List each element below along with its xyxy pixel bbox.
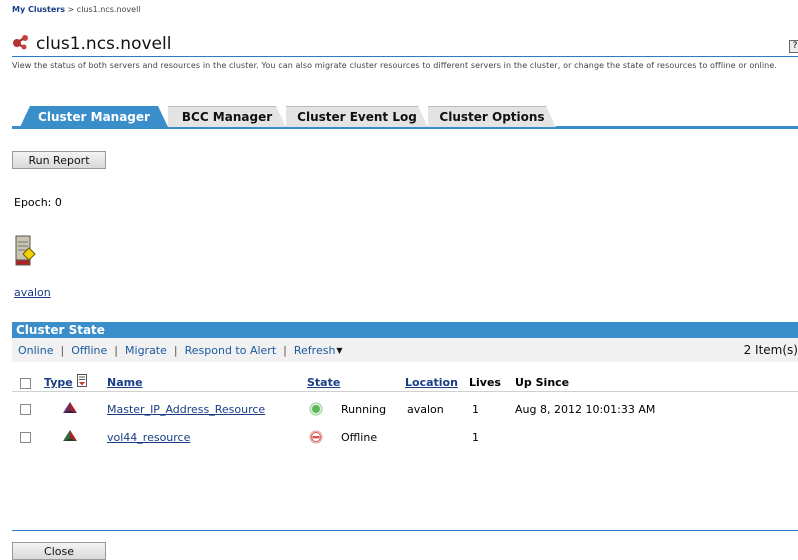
up-since-column-header: Up Since	[515, 376, 570, 389]
footer-divider	[12, 530, 798, 531]
cluster-state-title: Cluster State	[12, 322, 798, 338]
resource-type-icon	[62, 429, 78, 446]
online-action[interactable]: Online	[18, 344, 53, 357]
item-count: 2 Item(s)	[743, 343, 798, 357]
resource-lives: 1	[472, 403, 479, 416]
breadcrumb: My Clusters > clus1.ncs.novell	[12, 5, 141, 14]
running-status-icon	[309, 402, 323, 419]
migrate-action[interactable]: Migrate	[125, 344, 167, 357]
cluster-icon	[12, 34, 30, 54]
breadcrumb-my-clusters-link[interactable]: My Clusters	[12, 5, 65, 14]
close-button[interactable]: Close	[12, 542, 106, 560]
breadcrumb-separator: >	[65, 5, 77, 14]
server-icon[interactable]	[14, 234, 38, 272]
tab-cluster-event-log[interactable]: Cluster Event Log	[286, 106, 428, 127]
location-column-header[interactable]: Location	[405, 376, 458, 389]
action-separator: |	[114, 343, 119, 357]
lives-column-header: Lives	[469, 376, 501, 389]
row-checkbox[interactable]	[20, 432, 31, 443]
type-column-header[interactable]: Type	[44, 376, 73, 389]
table-header: Type Name State Location Lives Up Since	[12, 374, 798, 392]
header-divider	[12, 56, 798, 57]
page-title: clus1.ncs.novell	[36, 34, 172, 54]
resource-name-link[interactable]: Master_IP_Address_Resource	[107, 403, 265, 416]
page-description: View the status of both servers and reso…	[12, 61, 777, 70]
refresh-action[interactable]: Refresh	[294, 344, 336, 357]
resource-name-link[interactable]: vol44_resource	[107, 431, 190, 444]
action-separator: |	[173, 343, 178, 357]
breadcrumb-current: clus1.ncs.novell	[76, 5, 141, 14]
action-separator: |	[283, 343, 287, 357]
select-all-checkbox[interactable]	[20, 378, 31, 389]
help-icon[interactable]: ?	[789, 40, 798, 53]
table-row: Master_IP_Address_Resource Running avalo…	[12, 399, 798, 419]
resource-lives: 1	[472, 431, 479, 444]
action-separator: |	[60, 343, 65, 357]
run-report-button[interactable]: Run Report	[12, 151, 106, 169]
state-column-header[interactable]: State	[307, 376, 340, 389]
resource-state: Running	[341, 403, 387, 416]
filter-icon[interactable]	[77, 374, 87, 390]
tab-bar: Cluster Manager BCC Manager Cluster Even…	[12, 106, 798, 129]
row-checkbox[interactable]	[20, 404, 31, 415]
resource-location: avalon	[407, 403, 444, 416]
resource-state: Offline	[341, 431, 378, 444]
tab-bcc-manager[interactable]: BCC Manager	[168, 106, 286, 127]
table-row: vol44_resource Offline 1	[12, 427, 798, 447]
page-header: clus1.ncs.novell	[12, 34, 171, 54]
resource-type-icon	[62, 401, 78, 418]
tab-cluster-options[interactable]: Cluster Options	[428, 106, 556, 127]
action-bar: Online | Offline | Migrate | Respond to …	[12, 338, 798, 362]
chevron-down-icon[interactable]: ▼	[336, 346, 342, 355]
offline-action[interactable]: Offline	[71, 344, 107, 357]
epoch-label: Epoch: 0	[14, 196, 62, 209]
name-column-header[interactable]: Name	[107, 376, 143, 389]
respond-to-alert-action[interactable]: Respond to Alert	[185, 344, 277, 357]
resource-up-since: Aug 8, 2012 10:01:33 AM	[515, 403, 656, 416]
cluster-state-panel: Cluster State Online | Offline | Migrate…	[12, 322, 798, 362]
tab-cluster-manager[interactable]: Cluster Manager	[20, 106, 168, 127]
server-avalon-link[interactable]: avalon	[14, 286, 51, 299]
offline-status-icon	[309, 430, 323, 447]
